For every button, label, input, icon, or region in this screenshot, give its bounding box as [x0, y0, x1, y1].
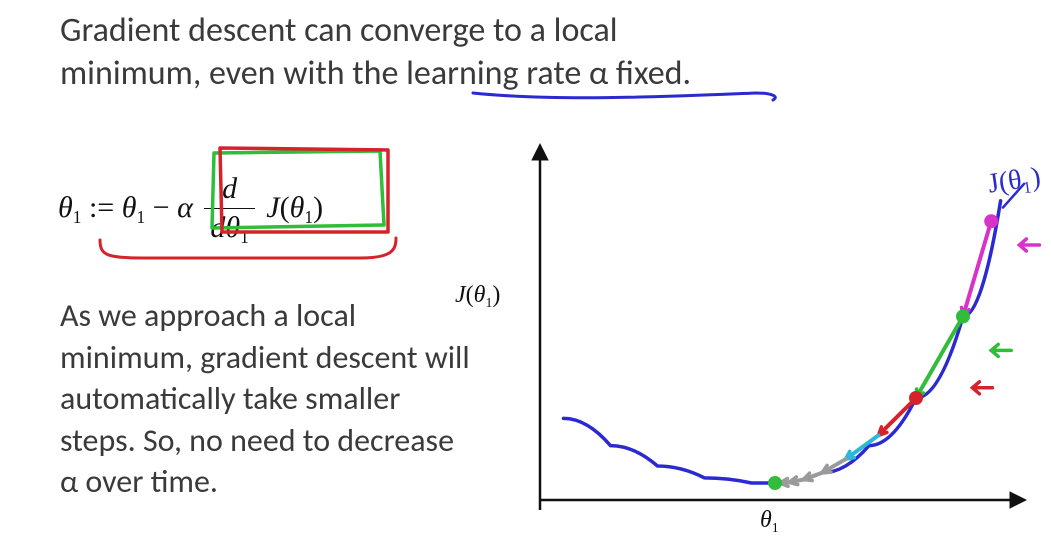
- slide-body-text: As we approach a local minimum, gradient…: [60, 295, 470, 503]
- cost-function-chart: [500, 130, 1051, 530]
- lecture-slide: Gradient descent can converge to a local…: [0, 0, 1051, 555]
- y-axis-label: J(θ1): [455, 282, 500, 312]
